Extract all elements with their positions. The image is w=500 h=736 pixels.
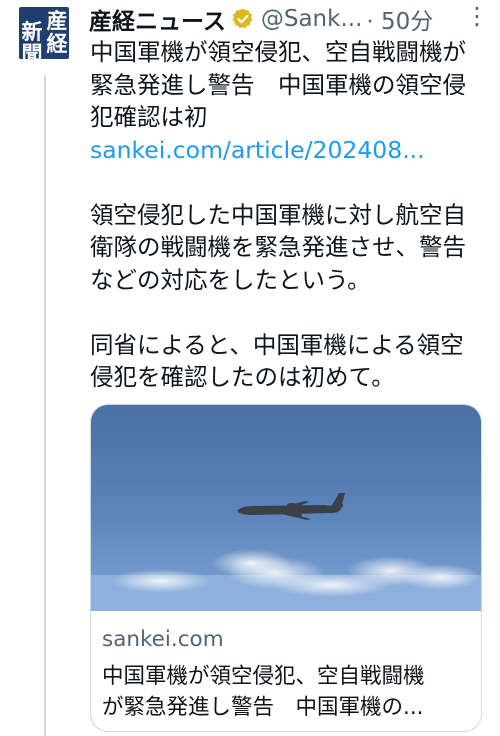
avatar[interactable]: 産 経 新聞 [19, 7, 69, 65]
thread-line [44, 75, 46, 736]
author-name[interactable]: 産経ニュース [89, 2, 226, 36]
tweet-time[interactable]: · 50分 [366, 2, 433, 36]
article-link[interactable]: sankei.com/article/202408... [90, 134, 490, 167]
tweet-body: 中国軍機が領空侵犯、空自戦闘機が 緊急発進し警告 中国軍機の領空侵 犯確認は初 … [90, 36, 490, 394]
card-title-line: 中国軍機が領空侵犯、空自戦闘機 [102, 664, 425, 689]
card-domain: sankei.com [102, 627, 224, 652]
avatar-char-1: 産 [46, 8, 68, 33]
verified-badge-icon [231, 7, 255, 31]
avatar-char-3: 新聞 [21, 19, 43, 66]
card-title-line: が緊急発進し警告 中国軍機の... [102, 695, 424, 720]
avatar-char-2: 経 [46, 31, 68, 56]
card-title: 中国軍機が領空侵犯、空自戦闘機 が緊急発進し警告 中国軍機の... [102, 661, 474, 723]
author-handle[interactable]: @Sank... [261, 6, 363, 32]
link-preview-card[interactable]: sankei.com 中国軍機が領空侵犯、空自戦闘機 が緊急発進し警告 中国軍機… [90, 404, 482, 732]
body-line: 同省によると、中国軍機による領空 [90, 330, 464, 359]
body-line: 侵犯を確認したのは初めて。 [90, 363, 395, 391]
body-line: 中国軍機が領空侵犯、空自戦闘機が [90, 38, 466, 66]
body-line: 緊急発進し警告 中国軍機の領空侵 [90, 70, 466, 99]
body-line: 領空侵犯した中国軍機に対し航空自 [90, 200, 466, 229]
body-line: などの対応をしたという。 [90, 265, 371, 294]
body-line: 犯確認は初 [90, 103, 208, 131]
card-image [91, 405, 481, 611]
more-icon[interactable]: ⋮ [465, 2, 490, 30]
body-line: 衛隊の戦闘機を緊急発進させ、警告 [90, 233, 466, 261]
tweet-header: 産経ニュース @Sank... · 50分 ⋮ [89, 2, 494, 36]
